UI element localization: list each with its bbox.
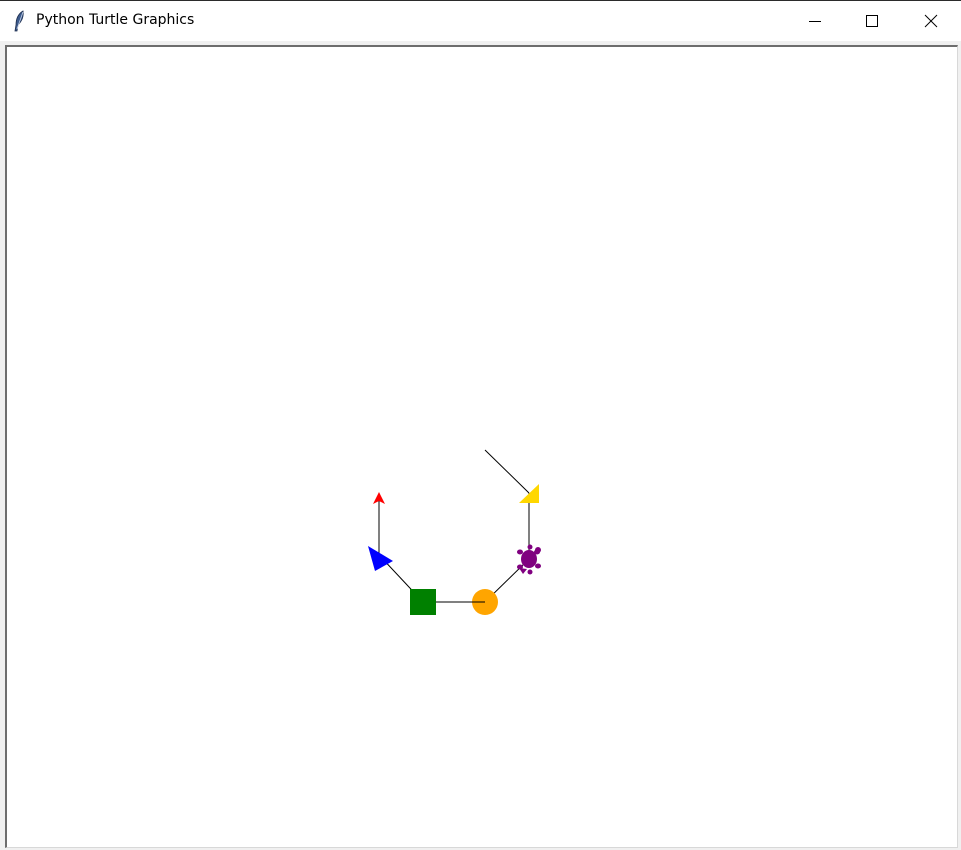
- triangle-turtle: [368, 546, 393, 571]
- title-bar[interactable]: Python Turtle Graphics: [0, 1, 961, 41]
- minimize-icon: [809, 21, 821, 22]
- window-title: Python Turtle Graphics: [36, 12, 195, 28]
- turtle-window: Python Turtle Graphics: [0, 0, 961, 850]
- close-button[interactable]: [901, 1, 959, 41]
- square-turtle: [410, 589, 436, 615]
- feather-icon: [12, 10, 28, 32]
- maximize-icon: [866, 15, 878, 27]
- turtle-canvas[interactable]: [5, 45, 958, 848]
- drawing-surface: [368, 449, 541, 615]
- minimize-button[interactable]: [786, 1, 844, 41]
- maximize-button[interactable]: [843, 1, 901, 41]
- trail-path: [378, 449, 530, 603]
- turtle-shape-turtle: [517, 544, 541, 575]
- close-icon: [924, 14, 938, 28]
